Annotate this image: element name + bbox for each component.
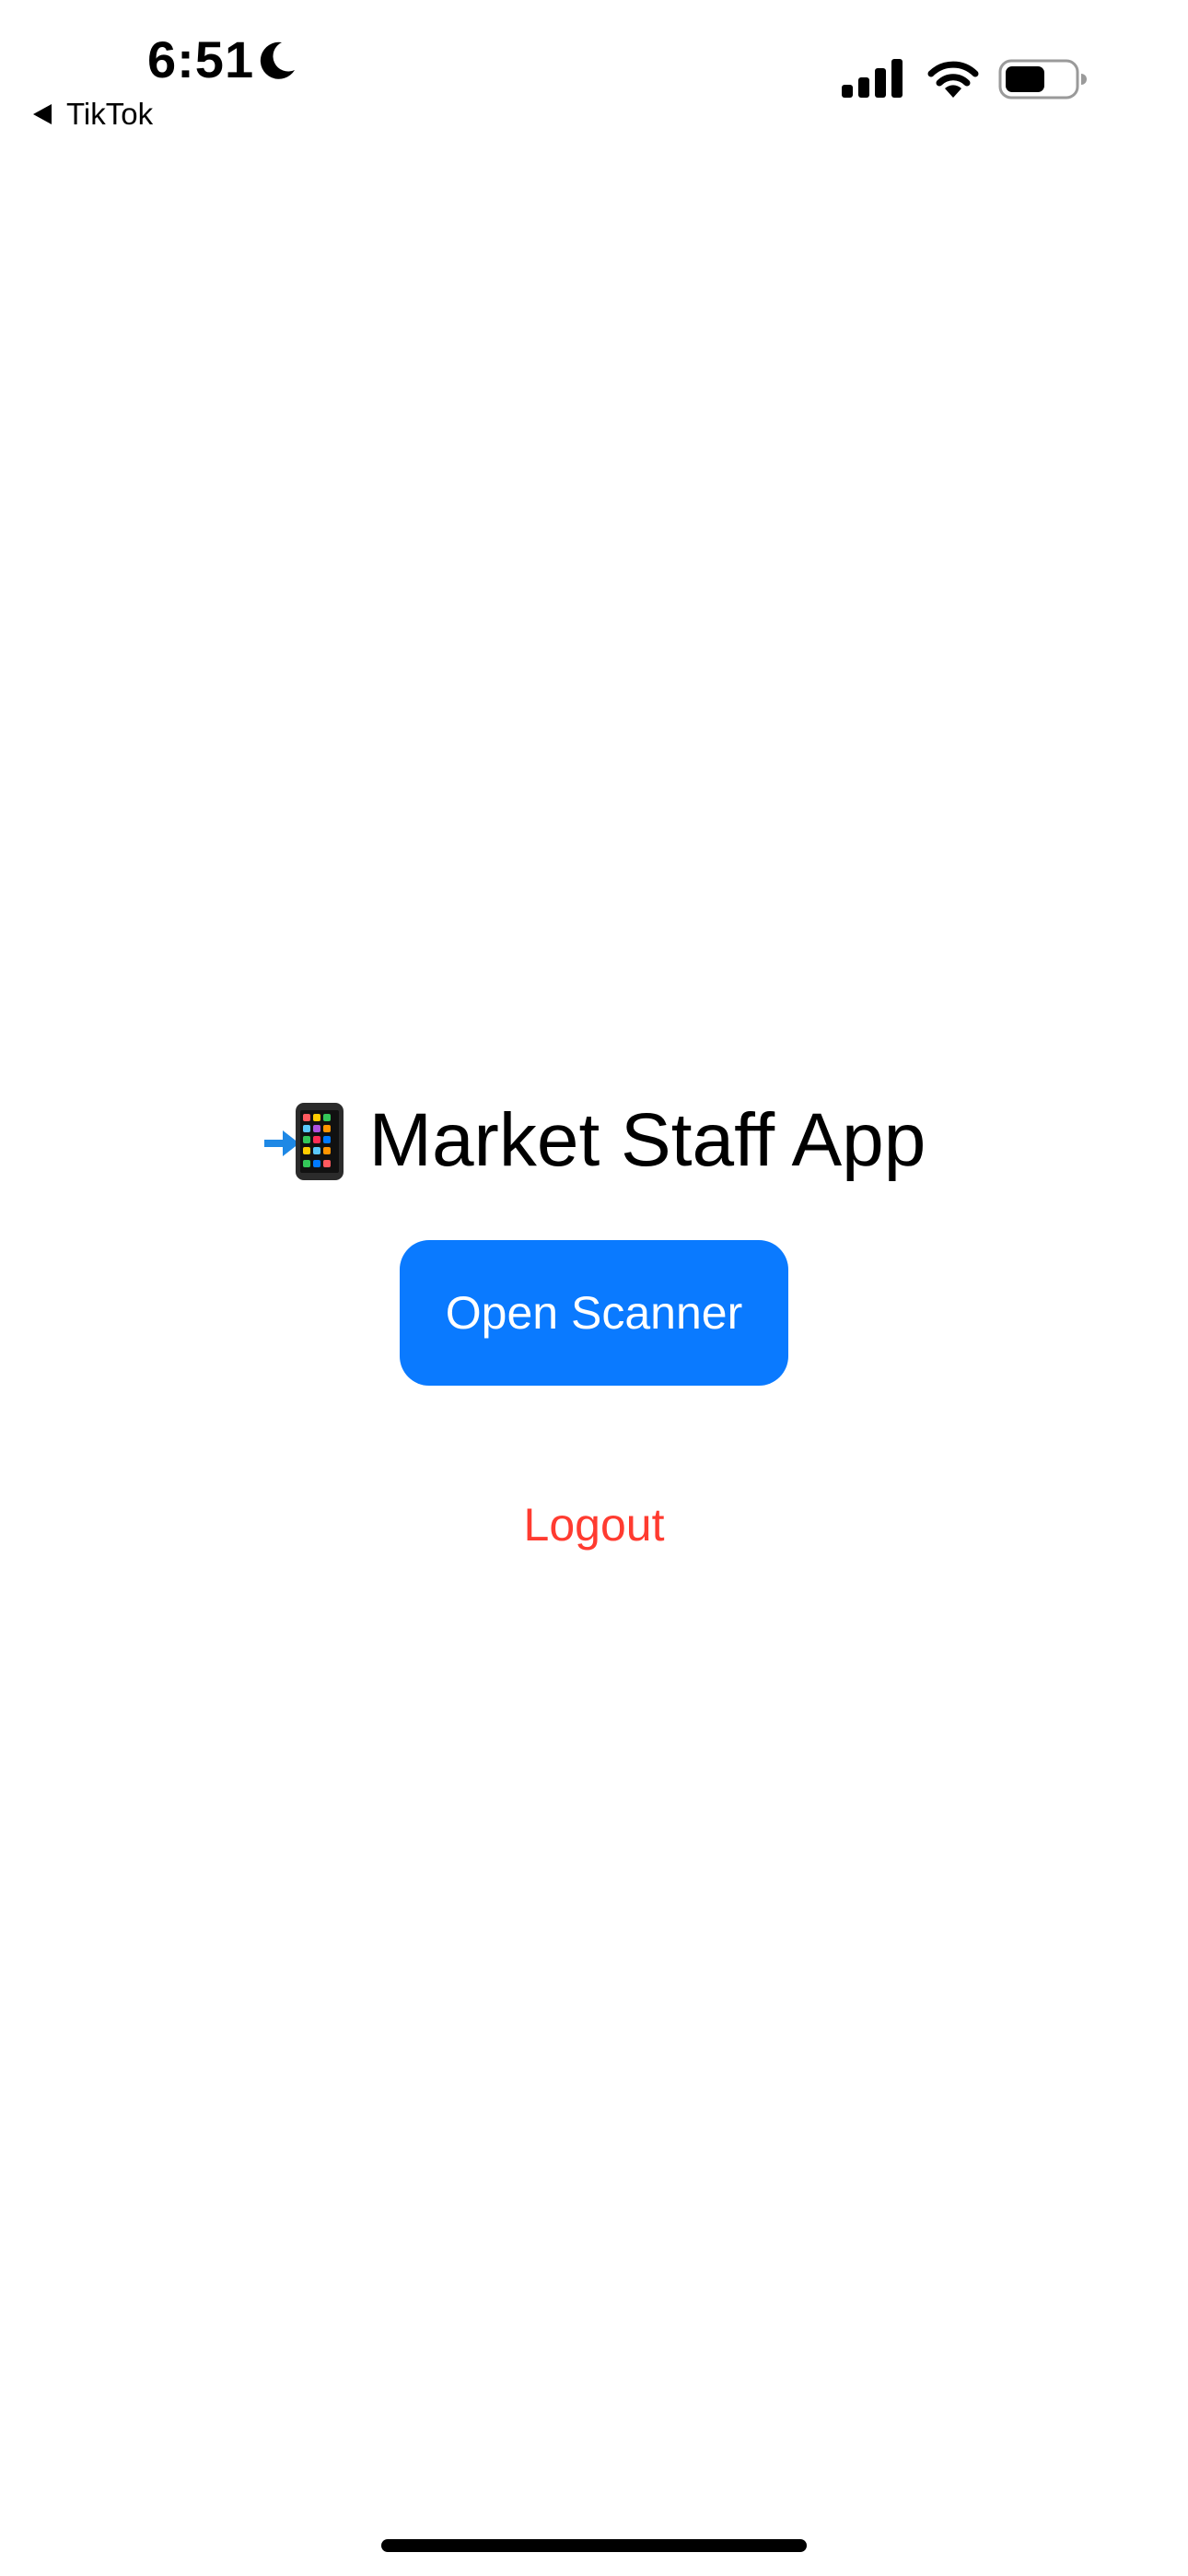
- app-screen: 6:51 TikTok Market Staff App Open Scanne…: [0, 0, 1188, 2576]
- cellular-signal-icon: [842, 59, 903, 98]
- open-scanner-button[interactable]: Open Scanner: [400, 1240, 788, 1386]
- moon-icon: [260, 41, 295, 79]
- logout-button[interactable]: Logout: [0, 1493, 1188, 1557]
- battery-icon: [998, 59, 1087, 100]
- wifi-icon: [927, 61, 979, 98]
- title-row: Market Staff App: [0, 1093, 1188, 1188]
- home-indicator[interactable]: [381, 2539, 807, 2552]
- back-triangle-icon: [33, 104, 52, 124]
- back-to-app-button[interactable]: TikTok: [33, 92, 153, 136]
- back-app-label: TikTok: [66, 97, 154, 131]
- page-title: Market Staff App: [368, 1098, 926, 1182]
- mobile-phone-with-arrow-icon: [263, 1103, 344, 1180]
- status-time: 6:51: [147, 29, 255, 88]
